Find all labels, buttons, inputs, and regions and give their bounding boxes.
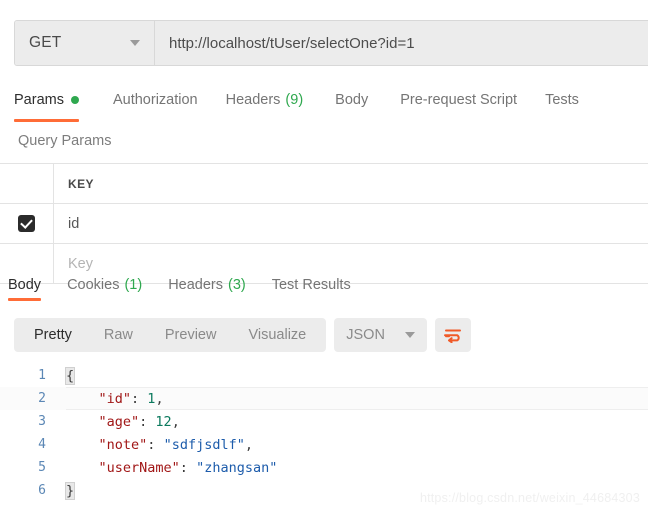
code-line-content: } bbox=[54, 481, 76, 500]
header-check-cell bbox=[0, 164, 54, 203]
tab-label: Pre-request Script bbox=[400, 91, 518, 108]
tab-label: Test Results bbox=[271, 276, 351, 293]
code-token-key: "age" bbox=[98, 413, 140, 430]
code-line-content: "id": 1, bbox=[54, 391, 164, 407]
tab-label: Headers bbox=[168, 276, 223, 293]
row-check-cell bbox=[0, 204, 54, 243]
chevron-down-icon bbox=[404, 332, 415, 338]
code-token-punc: : bbox=[139, 413, 156, 430]
response-tab-cookies[interactable]: Cookies (1) bbox=[67, 272, 142, 298]
line-number: 3 bbox=[38, 414, 46, 429]
line-number: 6 bbox=[38, 483, 46, 498]
code-line-content: "age": 12, bbox=[54, 414, 180, 430]
response-format-toolbar: Pretty Raw Preview Visualize JSON bbox=[14, 318, 471, 352]
code-line: 4 "note": "sdfjsdlf", bbox=[0, 433, 648, 456]
code-token-str: "zhangsan" bbox=[196, 459, 278, 476]
language-label: JSON bbox=[346, 327, 385, 343]
tab-label: Tests bbox=[545, 91, 579, 108]
tab-label: Body bbox=[8, 276, 42, 293]
response-tab-body[interactable]: Body bbox=[8, 272, 42, 301]
http-method-label: GET bbox=[29, 34, 62, 51]
code-line: 1{ bbox=[0, 364, 648, 387]
http-method-dropdown[interactable]: GET bbox=[15, 21, 155, 65]
table-row: id bbox=[0, 204, 648, 244]
code-line: 5 "userName": "zhangsan" bbox=[0, 456, 648, 479]
code-line: 3 "age": 12, bbox=[0, 410, 648, 433]
query-params-title: Query Params bbox=[18, 133, 112, 149]
request-tab-bar: Params Authorization Headers (9) Body Pre-req… bbox=[0, 84, 648, 122]
param-enabled-checkbox[interactable] bbox=[18, 215, 35, 232]
new-param-key-placeholder: Key bbox=[68, 255, 93, 272]
watermark: https://blog.csdn.net/weixin_44684303 bbox=[419, 491, 640, 505]
code-token-brace: } bbox=[64, 481, 76, 500]
line-number: 2 bbox=[38, 391, 46, 406]
query-params-table: KEY id Key bbox=[0, 163, 648, 284]
request-tab-body[interactable]: Body bbox=[335, 84, 368, 116]
tab-label: Body bbox=[335, 91, 369, 108]
request-tab-authorization[interactable]: Authorization bbox=[113, 84, 198, 116]
tab-label: Authorization bbox=[112, 91, 198, 108]
code-token-punc: , bbox=[155, 390, 164, 407]
code-token-punc: , bbox=[244, 436, 253, 453]
format-mode-visualize[interactable]: Visualize bbox=[232, 318, 322, 352]
code-token-str: "sdfjsdlf" bbox=[163, 436, 245, 453]
row-key-cell[interactable]: id bbox=[54, 204, 648, 243]
code-token-brace: { bbox=[64, 366, 76, 385]
url-bar: GET http://localhost/tUser/selectOne?id=… bbox=[14, 20, 648, 66]
code-token-punc: : bbox=[179, 459, 197, 476]
format-mode-pretty[interactable]: Pretty bbox=[18, 318, 88, 352]
column-header-key: KEY bbox=[68, 176, 94, 191]
tab-count-badge: (3) bbox=[228, 277, 246, 293]
request-tab-params[interactable]: Params bbox=[14, 84, 79, 122]
table-header-row: KEY bbox=[0, 164, 648, 204]
response-tab-headers[interactable]: Headers (3) bbox=[168, 272, 246, 298]
code-line: 2 "id": 1, bbox=[0, 387, 648, 410]
line-number: 5 bbox=[38, 460, 46, 475]
request-tab-pre-request-script[interactable]: Pre-request Script bbox=[400, 84, 517, 116]
word-wrap-button[interactable] bbox=[434, 318, 471, 352]
response-tab-bar: Body Cookies (1) Headers (3) Test Results bbox=[0, 272, 648, 304]
language-dropdown[interactable]: JSON bbox=[334, 318, 427, 352]
code-token-key: "userName" bbox=[98, 459, 180, 476]
code-token-punc: : bbox=[131, 390, 148, 407]
request-tab-tests[interactable]: Tests bbox=[545, 84, 579, 116]
code-line-content: { bbox=[54, 366, 76, 385]
postman-request-response-pane: GET http://localhost/tUser/selectOne?id=… bbox=[0, 0, 648, 515]
code-token-key: "id" bbox=[98, 390, 132, 407]
tab-label: Params bbox=[14, 91, 64, 108]
tab-count-badge: (1) bbox=[124, 277, 143, 293]
header-key-cell: KEY bbox=[54, 164, 648, 203]
line-number: 1 bbox=[38, 368, 46, 383]
response-tab-test-results[interactable]: Test Results bbox=[272, 272, 351, 298]
tab-label: Headers bbox=[225, 91, 281, 108]
code-token-punc: , bbox=[171, 413, 180, 430]
param-key-value: id bbox=[68, 215, 80, 232]
code-token-key: "note" bbox=[98, 436, 148, 453]
format-mode-raw[interactable]: Raw bbox=[88, 318, 149, 352]
code-line-content: "userName": "zhangsan" bbox=[54, 459, 278, 476]
line-number: 4 bbox=[38, 437, 46, 452]
active-tab-underline bbox=[8, 298, 42, 301]
code-line-content: "note": "sdfjsdlf", bbox=[54, 437, 253, 453]
url-input[interactable]: http://localhost/tUser/selectOne?id=1 bbox=[155, 21, 648, 65]
code-token-num: 12 bbox=[155, 413, 172, 430]
chevron-down-icon bbox=[130, 40, 140, 46]
format-mode-group: Pretty Raw Preview Visualize bbox=[14, 318, 327, 352]
code-token-punc: : bbox=[147, 436, 164, 453]
url-text: http://localhost/tUser/selectOne?id=1 bbox=[169, 34, 415, 52]
word-wrap-icon bbox=[443, 329, 461, 343]
format-mode-preview[interactable]: Preview bbox=[149, 318, 233, 352]
tab-label: Cookies bbox=[67, 276, 120, 293]
params-modified-dot-icon bbox=[70, 96, 79, 104]
active-tab-underline bbox=[14, 119, 79, 122]
tab-count-badge: (9) bbox=[285, 92, 304, 108]
request-tab-headers[interactable]: Headers (9) bbox=[226, 84, 304, 116]
